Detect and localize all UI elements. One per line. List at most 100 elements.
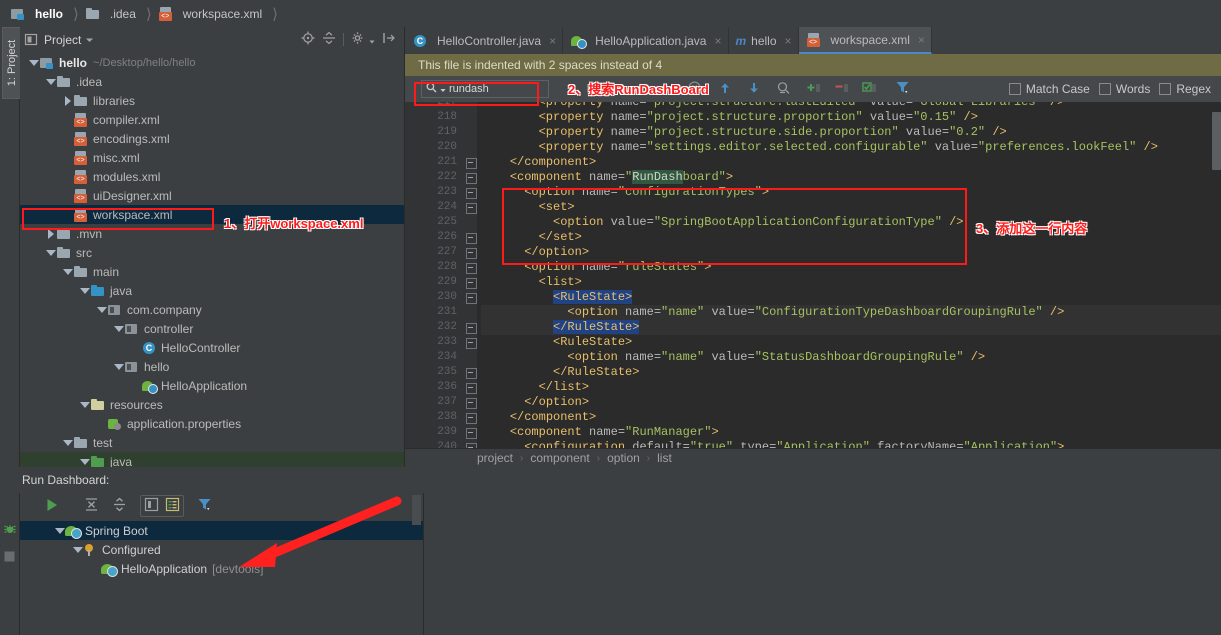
- tree-row-application-properties[interactable]: application.properties: [20, 414, 404, 433]
- tree-row-java[interactable]: java: [20, 452, 404, 467]
- tree-row-modules-xml[interactable]: modules.xml: [20, 167, 404, 186]
- chevron-down-icon[interactable]: [79, 456, 90, 467]
- run-dashboard-row-spring-boot[interactable]: Spring Boot: [20, 521, 423, 540]
- code-line[interactable]: <property name="project.structure.lastEd…: [481, 102, 1221, 110]
- tree-row-hello[interactable]: hello ~/Desktop/hello/hello: [20, 53, 404, 72]
- code-line[interactable]: <component name="RunDashboard">: [481, 170, 1221, 185]
- tree-row-uidesigner-xml[interactable]: uiDesigner.xml: [20, 186, 404, 205]
- tree-row-hellocontroller[interactable]: HelloController: [20, 338, 404, 357]
- chevron-down-icon[interactable]: [62, 437, 73, 448]
- hide-panel-icon[interactable]: [382, 31, 396, 48]
- fold-toggle-icon[interactable]: [463, 185, 477, 200]
- run-dashboard-row-helloapplication[interactable]: HelloApplication [devtools]: [20, 559, 423, 578]
- tree-row-hello[interactable]: hello: [20, 357, 404, 376]
- chevron-down-icon[interactable]: [113, 361, 124, 372]
- close-icon[interactable]: ×: [714, 34, 721, 48]
- add-line-icon[interactable]: [806, 81, 821, 98]
- tree-row-helloapplication[interactable]: HelloApplication: [20, 376, 404, 395]
- tree-row-misc-xml[interactable]: misc.xml: [20, 148, 404, 167]
- fold-toggle-icon[interactable]: [463, 200, 477, 215]
- chevron-down-icon[interactable]: [72, 544, 83, 555]
- chevron-down-icon[interactable]: [113, 323, 124, 334]
- fold-toggle-icon[interactable]: [463, 410, 477, 425]
- code-line[interactable]: </list>: [481, 380, 1221, 395]
- fold-toggle-icon[interactable]: [463, 275, 477, 290]
- fold-toggle-icon[interactable]: [463, 155, 477, 170]
- tool-window-tab-project[interactable]: 1: Project: [2, 27, 22, 99]
- code-line[interactable]: <option name="ruleStates">: [481, 260, 1221, 275]
- code-line[interactable]: <RuleState>: [481, 290, 1221, 305]
- chevron-down-icon[interactable]: [54, 525, 65, 536]
- prev-match-icon[interactable]: [718, 81, 732, 98]
- code-line[interactable]: <option name="name" value="Configuration…: [481, 305, 1221, 320]
- tree-row-compiler-xml[interactable]: compiler.xml: [20, 110, 404, 129]
- editor-tab-bar[interactable]: HelloController.java×HelloApplication.ja…: [405, 27, 1221, 54]
- xml-structure-breadcrumb[interactable]: project › component › option › list: [405, 448, 1221, 467]
- chevron-down-icon[interactable]: [28, 57, 39, 68]
- chevron-down-icon[interactable]: [96, 304, 107, 315]
- chevron-right-icon[interactable]: [62, 95, 73, 106]
- chevron-right-icon[interactable]: [45, 228, 56, 239]
- fold-toggle-icon[interactable]: [463, 170, 477, 185]
- xml-breadcrumb-item[interactable]: project: [477, 451, 513, 465]
- debug-icon[interactable]: [3, 521, 17, 538]
- match-case-checkbox[interactable]: Match Case: [1008, 82, 1090, 96]
- tree-row--idea[interactable]: .idea: [20, 72, 404, 91]
- fold-toggle-icon[interactable]: [463, 440, 477, 448]
- tree-row-resources[interactable]: resources: [20, 395, 404, 414]
- chevron-down-icon[interactable]: [85, 33, 94, 47]
- tree-row-java[interactable]: java: [20, 281, 404, 300]
- regex-checkbox[interactable]: Regex: [1159, 82, 1211, 96]
- code-line[interactable]: </option>: [481, 245, 1221, 260]
- run-icon[interactable]: [44, 497, 60, 516]
- tree-row-src[interactable]: src: [20, 243, 404, 262]
- editor-tab-helloapplication-java[interactable]: HelloApplication.java ×: [563, 27, 729, 54]
- xml-breadcrumb-item[interactable]: component: [530, 451, 589, 465]
- tree-row-controller[interactable]: controller: [20, 319, 404, 338]
- breadcrumb-item-hello[interactable]: hello: [6, 3, 67, 24]
- editor-tab-workspace-xml[interactable]: workspace.xml ×: [798, 27, 932, 54]
- fold-toggle-icon[interactable]: [463, 395, 477, 410]
- run-dashboard-scrollbar-thumb[interactable]: [412, 495, 421, 525]
- filter-icon[interactable]: [895, 80, 910, 98]
- code-line[interactable]: </set>: [481, 230, 1221, 245]
- chevron-down-icon[interactable]: [45, 76, 56, 87]
- fold-toggle-icon[interactable]: [463, 365, 477, 380]
- breadcrumb-item-idea[interactable]: .idea: [81, 3, 140, 24]
- fold-toggle-icon[interactable]: [463, 425, 477, 440]
- breadcrumb-item-workspace-xml[interactable]: workspace.xml: [154, 3, 266, 24]
- code-line[interactable]: <property name="project.structure.propor…: [481, 110, 1221, 125]
- fold-toggle-icon[interactable]: [463, 260, 477, 275]
- group-by-type-icon[interactable]: [163, 497, 182, 515]
- code-folding-gutter[interactable]: [463, 102, 477, 448]
- code-line[interactable]: </component>: [481, 410, 1221, 425]
- code-content[interactable]: <property name="project.structure.lastEd…: [477, 102, 1221, 448]
- fold-toggle-icon[interactable]: [463, 320, 477, 335]
- chevron-down-icon[interactable]: [79, 285, 90, 296]
- project-file-tree[interactable]: hello ~/Desktop/hello/hello .idea libraries…: [20, 52, 404, 467]
- editor-scrollbar-thumb[interactable]: [1212, 112, 1221, 170]
- tree-row-libraries[interactable]: libraries: [20, 91, 404, 110]
- chevron-down-icon[interactable]: [79, 399, 90, 410]
- close-icon[interactable]: ×: [549, 34, 556, 48]
- code-line[interactable]: <list>: [481, 275, 1221, 290]
- code-line[interactable]: <component name="RunManager">: [481, 425, 1221, 440]
- close-icon[interactable]: ×: [785, 34, 792, 48]
- code-line[interactable]: <option value="SpringBootApplicationConf…: [481, 215, 1221, 230]
- stop-icon[interactable]: [3, 550, 16, 566]
- code-line[interactable]: </RuleState>: [481, 320, 1221, 335]
- close-icon[interactable]: ×: [918, 33, 925, 47]
- search-history-chevron-icon[interactable]: [440, 82, 446, 96]
- code-line[interactable]: </option>: [481, 395, 1221, 410]
- fold-toggle-icon[interactable]: [463, 230, 477, 245]
- expand-all-icon[interactable]: [84, 497, 99, 515]
- select-all-occurrences-icon[interactable]: [776, 81, 791, 98]
- xml-breadcrumb-item[interactable]: list: [657, 451, 672, 465]
- xml-breadcrumb-item[interactable]: option: [607, 451, 640, 465]
- tree-row-com-company[interactable]: com.company: [20, 300, 404, 319]
- tree-row-test[interactable]: test: [20, 433, 404, 452]
- code-line[interactable]: <option name="name" value="StatusDashboa…: [481, 350, 1221, 365]
- editor-tab-hellocontroller-java[interactable]: HelloController.java ×: [405, 27, 564, 54]
- locate-icon[interactable]: [301, 31, 315, 48]
- remove-line-icon[interactable]: [834, 81, 849, 98]
